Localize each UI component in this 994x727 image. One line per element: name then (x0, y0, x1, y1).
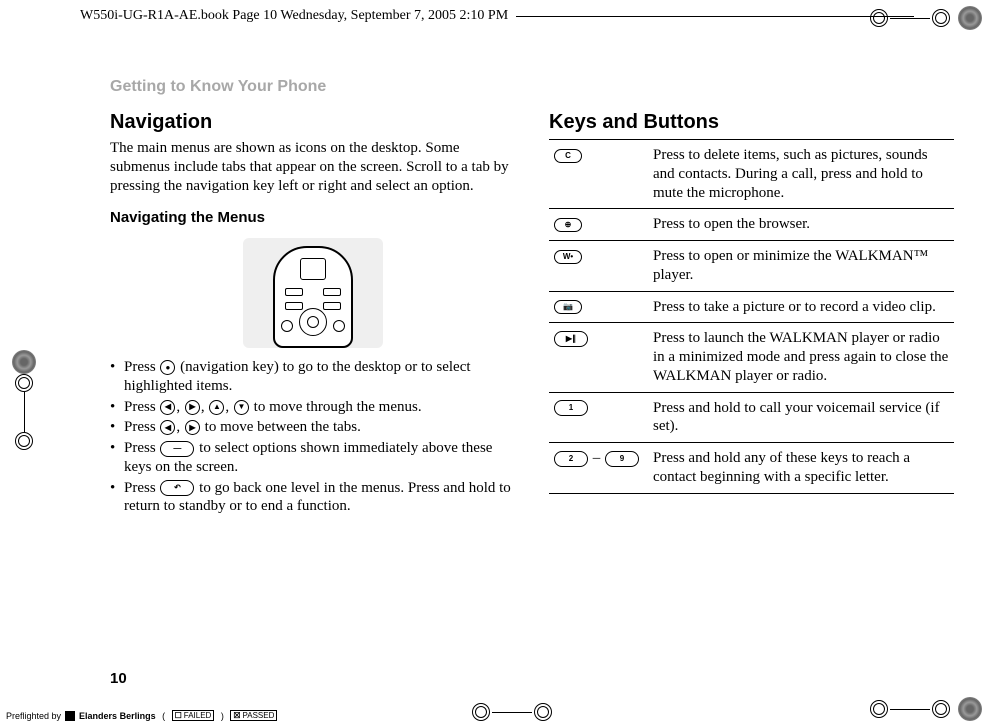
table-row: 📷 Press to take a picture or to record a… (549, 291, 954, 323)
page-number: 10 (110, 670, 127, 687)
nav-center-icon: ● (160, 360, 175, 375)
key-desc: Press and hold any of these keys to reac… (649, 443, 954, 494)
table-row: 2 – 9 Press and hold any of these keys t… (549, 443, 954, 494)
phone-illustration (243, 238, 383, 348)
left-column: Navigation The main menus are shown as i… (110, 110, 515, 518)
bullet-item: • Press ◀, ▶, ▲, ▼ to move through the m… (110, 398, 515, 417)
nav-down-icon: ▼ (234, 400, 249, 415)
failed-badge: ☐FAILED (172, 710, 215, 721)
page-header-text: W550i-UG-R1A-AE.book Page 10 Wednesday, … (80, 8, 508, 24)
nav-left-icon: ◀ (160, 400, 175, 415)
preflight-company: Elanders Berlings (79, 711, 156, 721)
key-desc: Press to launch the WALKMAN player or ra… (649, 323, 954, 392)
one-key-icon: 1 (554, 400, 588, 416)
nav-right-icon: ▶ (185, 400, 200, 415)
crop-mark-mid-left (6, 350, 42, 450)
navigation-bullets: • Press ● (navigation key) to go to the … (110, 358, 515, 516)
nav-up-icon: ▲ (209, 400, 224, 415)
keys-table: C Press to delete items, such as picture… (549, 139, 954, 494)
crop-mark-bottom-right (868, 697, 988, 721)
camera-key-icon: 📷 (554, 300, 582, 314)
table-row: C Press to delete items, such as picture… (549, 140, 954, 209)
bullet-item: • Press — to select options shown immedi… (110, 439, 515, 477)
table-row: 1 Press and hold to call your voicemail … (549, 392, 954, 443)
page-content: Getting to Know Your Phone Navigation Th… (110, 78, 954, 667)
navigation-intro: The main menus are shown as icons on the… (110, 139, 515, 195)
key-desc: Press to open the browser. (649, 209, 954, 241)
preflight-footer: Preflighted by Elanders Berlings ( ☐FAIL… (6, 710, 277, 721)
key-desc: Press to open or minimize the WALKMAN™ p… (649, 241, 954, 292)
bullet-item: • Press ● (navigation key) to go to the … (110, 358, 515, 396)
browser-key-icon: ⊕ (554, 218, 582, 232)
preflight-label: Preflighted by (6, 711, 61, 721)
back-key-icon: ↶ (160, 480, 194, 496)
two-key-icon: 2 (554, 451, 588, 467)
nav-right-icon: ▶ (185, 420, 200, 435)
nine-key-icon: 9 (605, 451, 639, 467)
page-header: W550i-UG-R1A-AE.book Page 10 Wednesday, … (80, 8, 914, 24)
navigation-heading: Navigation (110, 110, 515, 135)
crop-mark-mid-bottom (470, 703, 554, 721)
nav-left-icon: ◀ (160, 420, 175, 435)
c-key-icon: C (554, 149, 582, 163)
berlings-logo-icon (65, 711, 75, 721)
bullet-item: • Press ↶ to go back one level in the me… (110, 479, 515, 517)
bullet-item: • Press ◀, ▶ to move between the tabs. (110, 418, 515, 437)
key-desc: Press to delete items, such as pictures,… (649, 140, 954, 209)
keys-buttons-heading: Keys and Buttons (549, 110, 954, 135)
passed-badge: ☒PASSED (230, 710, 277, 721)
playpause-key-icon: ▶∥ (554, 331, 588, 347)
walkman-key-icon: W• (554, 250, 582, 264)
section-title: Getting to Know Your Phone (110, 78, 954, 96)
navigating-menus-heading: Navigating the Menus (110, 209, 515, 228)
key-desc: Press to take a picture or to record a v… (649, 291, 954, 323)
table-row: ▶∥ Press to launch the WALKMAN player or… (549, 323, 954, 392)
key-desc: Press and hold to call your voicemail se… (649, 392, 954, 443)
right-column: Keys and Buttons C Press to delete items… (549, 110, 954, 518)
softkey-icon: — (160, 441, 194, 457)
table-row: ⊕ Press to open the browser. (549, 209, 954, 241)
table-row: W• Press to open or minimize the WALKMAN… (549, 241, 954, 292)
